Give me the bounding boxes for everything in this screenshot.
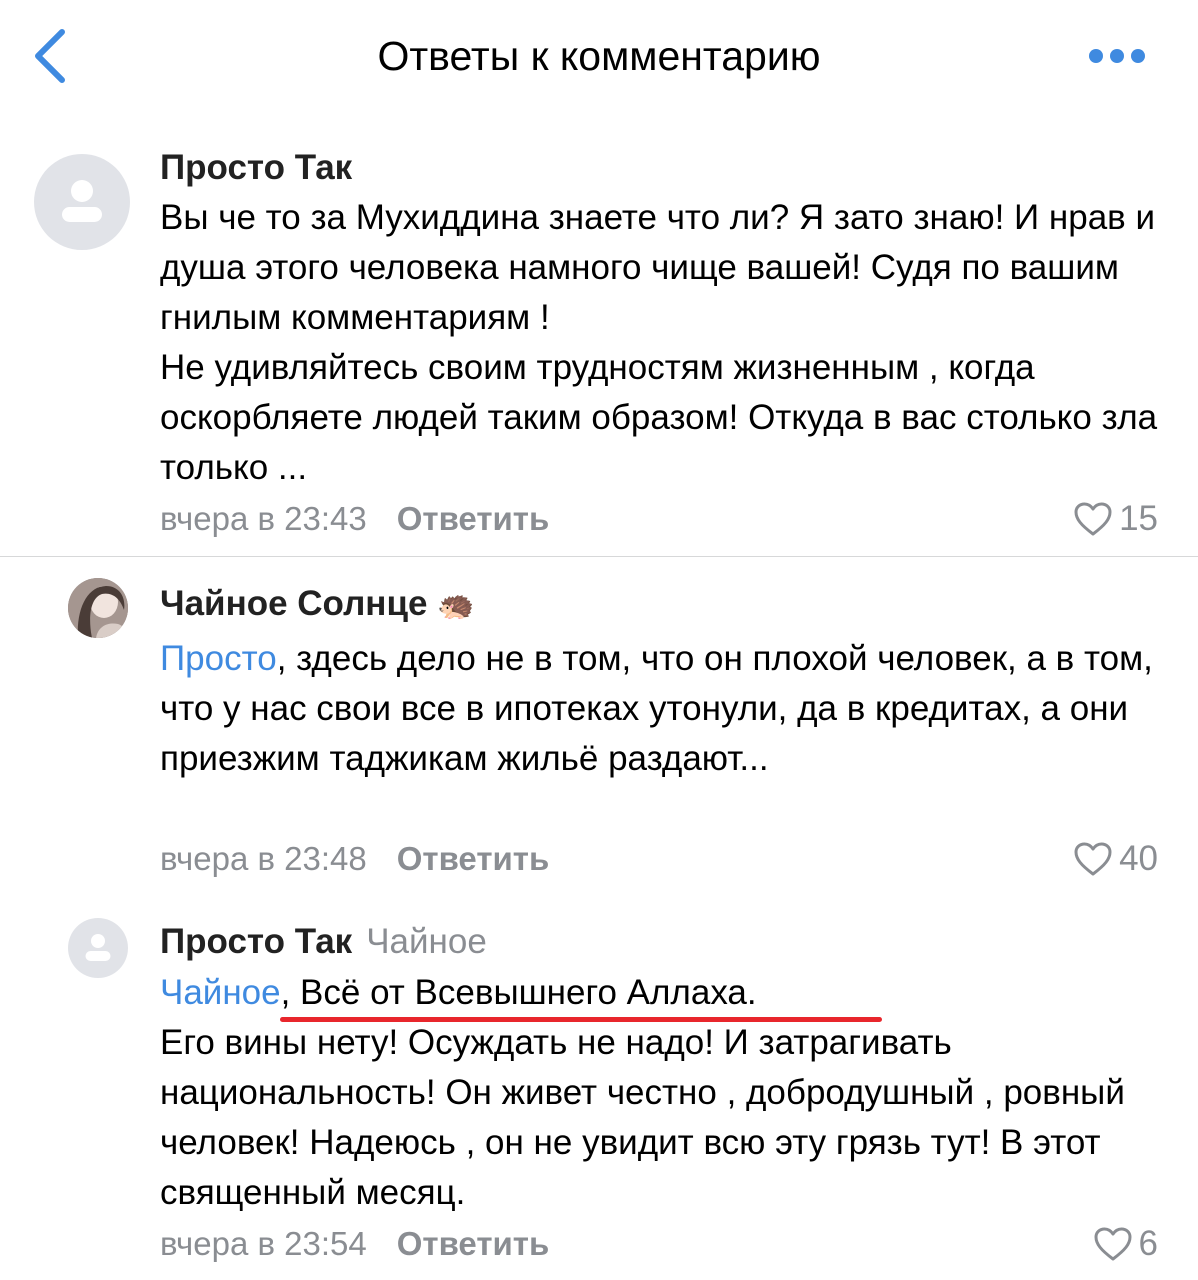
avatar[interactable]: [34, 154, 130, 250]
user-placeholder-icon: [62, 180, 102, 222]
divider: [0, 556, 1198, 557]
user-photo-icon: [68, 578, 128, 638]
comment-time: вчера в 23:43: [160, 500, 367, 537]
hedgehog-emoji-icon: 🦔: [437, 589, 475, 622]
heart-icon: [1074, 502, 1112, 536]
like-button[interactable]: 40: [1073, 837, 1158, 881]
red-underline: [280, 1017, 882, 1022]
avatar[interactable]: [68, 918, 128, 978]
like-button[interactable]: 6: [1093, 1222, 1158, 1266]
reply-button[interactable]: Ответить: [397, 500, 550, 537]
author-name: Чайное Солнце: [160, 584, 428, 623]
reply-button[interactable]: Ответить: [397, 840, 550, 877]
heart-icon: [1094, 1227, 1132, 1261]
comment-author[interactable]: Чайное Солнце 🦔: [160, 582, 475, 628]
author-name: Просто Так: [160, 922, 353, 961]
more-button[interactable]: [1082, 36, 1152, 76]
like-count: 6: [1138, 1224, 1158, 1263]
heart-icon: [1074, 842, 1112, 876]
top-bar: Ответы к комментарию: [0, 0, 1198, 112]
comment-text: Вы че то за Мухиддина знаете что ли? Я з…: [160, 193, 1170, 493]
comment-author[interactable]: Просто Так: [160, 146, 352, 190]
reply-button[interactable]: Ответить: [397, 1225, 550, 1262]
comment-first-line: Чайное, Всё от Всевышнего Аллаха.: [160, 968, 1170, 1018]
comment-text: Чайное, Всё от Всевышнего Аллаха. Его ви…: [160, 968, 1170, 1218]
like-count: 40: [1119, 839, 1158, 878]
reply-to-name[interactable]: Чайное: [366, 922, 487, 961]
comment-text: Просто, здесь дело не в том, что он плох…: [160, 634, 1170, 784]
comment-text-paragraph: Вы че то за Мухиддина знаете что ли? Я з…: [160, 198, 1156, 337]
highlighted-text: , Всё от Всевышнего Аллаха.: [280, 973, 757, 1012]
user-placeholder-icon: [85, 934, 111, 961]
page-title: Ответы к комментарию: [377, 33, 821, 79]
like-count: 15: [1119, 499, 1158, 538]
like-button[interactable]: 15: [1073, 497, 1158, 541]
comment-text-body: , здесь дело не в том, что он плохой чел…: [160, 639, 1153, 778]
comment-meta: вчера в 23:43 Ответить: [160, 497, 549, 541]
comment-text-paragraph: Не удивляйтесь своим трудностям жизненны…: [160, 348, 1158, 487]
mention-link[interactable]: Чайное: [160, 973, 281, 1012]
comment-time: вчера в 23:48: [160, 840, 367, 877]
comment-meta: вчера в 23:54 Ответить: [160, 1222, 549, 1266]
mention-link[interactable]: Просто: [160, 639, 277, 678]
more-horizontal-icon: [1089, 49, 1145, 63]
comment-time: вчера в 23:54: [160, 1225, 367, 1262]
comment-author[interactable]: Просто Так Чайное: [160, 920, 487, 964]
avatar[interactable]: [68, 578, 128, 638]
comment-meta: вчера в 23:48 Ответить: [160, 837, 549, 881]
comment-text-body: Его вины нету! Осуждать не надо! И затра…: [160, 1023, 1125, 1212]
